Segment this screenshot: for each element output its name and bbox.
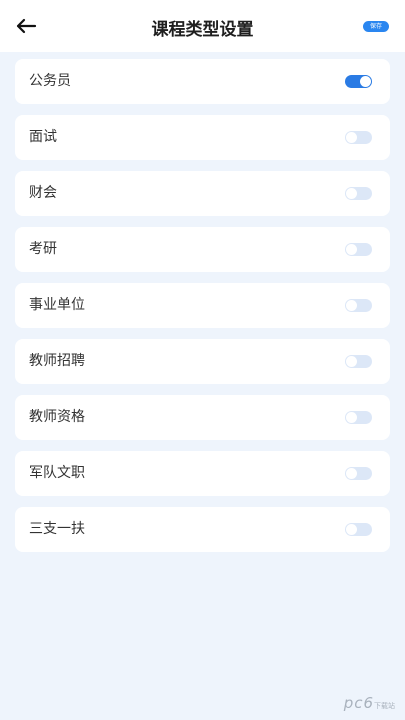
category-row: 公务员 xyxy=(15,59,390,104)
header-bar: 课程类型设置 保存 xyxy=(0,0,405,52)
toggle-knob xyxy=(346,524,357,535)
toggle-knob xyxy=(346,300,357,311)
toggle-knob xyxy=(360,76,371,87)
toggle-knob xyxy=(346,188,357,199)
toggle-knob xyxy=(346,132,357,143)
category-label: 军队文职 xyxy=(29,465,85,481)
watermark-ext: 下载站 xyxy=(374,702,395,710)
toggle-knob xyxy=(346,244,357,255)
category-row: 教师资格 xyxy=(15,395,390,440)
watermark-text: pc6 xyxy=(343,694,374,712)
save-button[interactable]: 保存 xyxy=(363,21,389,32)
category-row: 教师招聘 xyxy=(15,339,390,384)
category-row: 财会 xyxy=(15,171,390,216)
toggle-knob xyxy=(346,412,357,423)
category-label: 教师招聘 xyxy=(29,353,85,369)
category-label: 事业单位 xyxy=(29,297,85,313)
category-label: 教师资格 xyxy=(29,409,85,425)
category-label: 公务员 xyxy=(29,73,71,89)
category-toggle[interactable] xyxy=(345,299,372,312)
page-title: 课程类型设置 xyxy=(151,20,254,40)
category-row: 面试 xyxy=(15,115,390,160)
category-toggle[interactable] xyxy=(345,467,372,480)
category-label: 考研 xyxy=(29,241,57,257)
category-toggle[interactable] xyxy=(345,523,372,536)
toggle-knob xyxy=(346,468,357,479)
category-label: 三支一扶 xyxy=(29,521,85,537)
category-toggle[interactable] xyxy=(345,75,372,88)
category-row: 三支一扶 xyxy=(15,507,390,552)
category-toggle[interactable] xyxy=(345,355,372,368)
category-label: 财会 xyxy=(29,185,57,201)
category-toggle[interactable] xyxy=(345,131,372,144)
category-list: 公务员面试财会考研事业单位教师招聘教师资格军队文职三支一扶 xyxy=(15,59,390,563)
category-toggle[interactable] xyxy=(345,411,372,424)
category-row: 事业单位 xyxy=(15,283,390,328)
toggle-knob xyxy=(346,356,357,367)
watermark-logo: pc6下载站 xyxy=(344,694,395,712)
category-toggle[interactable] xyxy=(345,243,372,256)
category-toggle[interactable] xyxy=(345,187,372,200)
category-row: 军队文职 xyxy=(15,451,390,496)
category-row: 考研 xyxy=(15,227,390,272)
category-label: 面试 xyxy=(29,129,57,145)
